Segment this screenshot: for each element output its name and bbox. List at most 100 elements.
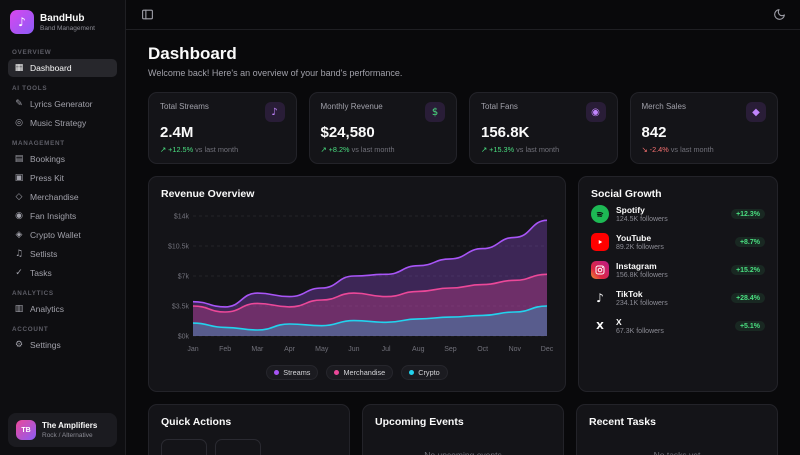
- sidebar-section-label: OVERVIEW: [12, 49, 52, 56]
- svg-text:May: May: [315, 346, 329, 353]
- recent-tasks-title: Recent Tasks: [589, 416, 656, 428]
- svg-text:$0k: $0k: [178, 334, 190, 341]
- shopping-bag-icon: ◆: [746, 102, 766, 122]
- quick-action-button[interactable]: ▣: [215, 439, 261, 455]
- svg-text:Oct: Oct: [477, 346, 488, 353]
- sidebar-item-label: Press Kit: [30, 173, 65, 183]
- svg-text:Aug: Aug: [412, 346, 425, 353]
- legend-item-streams[interactable]: Streams: [266, 365, 319, 380]
- svg-text:$14k: $14k: [174, 214, 190, 221]
- sidebar-item-tasks[interactable]: ✓ Tasks: [8, 264, 117, 282]
- stat-card-total-streams: Total Streams ♪ 2.4M ↗ +12.5% vs last mo…: [148, 92, 297, 164]
- legend-item-crypto[interactable]: Crypto: [401, 365, 448, 380]
- stat-change: ↗ +8.2% vs last month: [320, 145, 395, 154]
- stat-label: Monthly Revenue: [320, 102, 383, 111]
- bandhub-logo-icon: ♪: [10, 10, 34, 34]
- svg-text:Jan: Jan: [187, 346, 198, 353]
- legend-dot: [409, 370, 415, 375]
- sidebar-item-label: Analytics: [30, 304, 65, 314]
- platform-name: TikTok: [616, 289, 643, 300]
- sidebar-item-music-strategy[interactable]: ◎ Music Strategy: [8, 114, 117, 132]
- social-growth-title: Social Growth: [591, 188, 662, 200]
- lyrics-pen-icon: ✎: [15, 99, 23, 109]
- tasks-empty-state: No tasks yet: [653, 450, 701, 455]
- quick-actions-card: Quick Actions ▤▣: [148, 404, 350, 455]
- page-content: Dashboard Welcome back! Here's an overvi…: [126, 30, 800, 455]
- growth-badge: +15.2%: [731, 265, 765, 276]
- social-row-x: X X 67.3K followers +5.1%: [591, 312, 765, 340]
- page-subtitle: Welcome back! Here's an overview of your…: [148, 68, 403, 78]
- bar-chart-icon: ▥: [14, 304, 24, 314]
- strategy-target-icon: ◎: [15, 118, 23, 128]
- sidebar-item-settings[interactable]: ⚙ Settings: [8, 336, 117, 354]
- platform-name: Instagram: [616, 261, 657, 272]
- quick-action-button[interactable]: ▤: [161, 439, 207, 455]
- sidebar-item-crypto-wallet[interactable]: ◈ Crypto Wallet: [8, 226, 117, 244]
- setlist-music-icon: ♫: [14, 249, 24, 259]
- stats-row: Total Streams ♪ 2.4M ↗ +12.5% vs last mo…: [148, 92, 778, 164]
- sidebar-section-label: AI TOOLS: [12, 85, 48, 92]
- moon-icon: [773, 9, 785, 20]
- briefcase-icon: ▣: [14, 173, 24, 183]
- legend-item-merchandise[interactable]: Merchandise: [326, 365, 394, 380]
- sidebar-section-label: MANAGEMENT: [12, 140, 65, 147]
- youtube-icon: [591, 233, 609, 252]
- sidebar-item-lyrics-generator[interactable]: ✎ Lyrics Generator: [8, 95, 117, 113]
- svg-text:$7k: $7k: [178, 274, 190, 281]
- profile-name: The Amplifiers: [42, 421, 98, 431]
- stat-label: Total Fans: [481, 102, 518, 111]
- svg-text:$10.5k: $10.5k: [168, 244, 190, 251]
- theme-toggle-button[interactable]: [768, 4, 790, 26]
- tiktok-icon: ♪: [596, 291, 604, 306]
- app-root: ♪ BandHub Band Management OVERVIEW ▦ Dashb…: [0, 0, 800, 455]
- bottom-row: Quick Actions ▤▣ Upcoming Events No upco…: [148, 404, 778, 455]
- upcoming-events-title: Upcoming Events: [375, 416, 464, 428]
- social-row-instagram: Instagram 156.8K followers +15.2%: [591, 256, 765, 284]
- stat-value: 156.8K: [481, 124, 530, 141]
- chart-legend: Streams Merchandise Crypto: [161, 365, 553, 380]
- sidebar-item-press-kit[interactable]: ▣ Press Kit: [8, 169, 117, 187]
- upcoming-events-card: Upcoming Events No upcoming events: [362, 404, 564, 455]
- app-name: BandHub: [40, 12, 85, 24]
- dollar-icon: $: [425, 102, 445, 122]
- users-icon: ◉: [15, 211, 23, 221]
- main-area: Dashboard Welcome back! Here's an overvi…: [126, 0, 800, 455]
- sidebar-toggle-button[interactable]: [136, 4, 158, 26]
- svg-text:Sep: Sep: [444, 346, 457, 353]
- platform-followers: 89.2K followers: [616, 244, 664, 252]
- sidebar: ♪ BandHub Band Management OVERVIEW ▦ Dashb…: [0, 0, 126, 455]
- platform-followers: 156.8K followers: [616, 272, 668, 280]
- sidebar-item-label: Setlists: [30, 249, 58, 259]
- sidebar-item-analytics[interactable]: ▥ Analytics: [8, 300, 117, 318]
- app-tagline: Band Management: [40, 24, 95, 32]
- social-row-spotify: Spotify 124.5K followers +12.3%: [591, 200, 765, 228]
- trend-up-icon: ↗: [481, 145, 488, 154]
- sidebar-item-label: Lyrics Generator: [30, 99, 93, 109]
- social-list: Spotify 124.5K followers +12.3% YouTube …: [591, 200, 765, 340]
- profile-card[interactable]: TB The Amplifiers Rock / Alternative: [8, 413, 117, 447]
- brand[interactable]: ♪ BandHub Band Management: [0, 0, 125, 41]
- tasks-check-icon: ✓: [15, 268, 23, 278]
- sidebar-item-setlists[interactable]: ♫ Setlists: [8, 245, 117, 263]
- sidebar-item-dashboard[interactable]: ▦ Dashboard: [8, 59, 117, 77]
- svg-text:Feb: Feb: [219, 346, 231, 353]
- revenue-overview-card: Revenue Overview $0k $3.5k $7k $10.5k $14k Ja…: [148, 176, 566, 392]
- svg-text:Dec: Dec: [541, 346, 553, 353]
- svg-text:$3.5k: $3.5k: [172, 304, 190, 311]
- trend-up-icon: ↗: [160, 145, 167, 154]
- svg-text:Apr: Apr: [284, 346, 296, 353]
- sidebar-section-label: ACCOUNT: [12, 326, 49, 333]
- sidebar-item-merchandise[interactable]: ◇ Merchandise: [8, 188, 117, 206]
- quick-action-buttons: ▤▣: [161, 439, 337, 455]
- svg-text:Jun: Jun: [348, 346, 359, 353]
- stat-card-total-fans: Total Fans ◉ 156.8K ↗ +15.3% vs last mon…: [469, 92, 618, 164]
- wallet-icon: ◈: [15, 230, 23, 240]
- sidebar-item-fan-insights[interactable]: ◉ Fan Insights: [8, 207, 117, 225]
- page-title: Dashboard: [148, 44, 237, 63]
- stat-change: ↗ +12.5% vs last month: [160, 145, 239, 154]
- growth-badge: +12.3%: [731, 209, 765, 220]
- platform-name: X: [616, 317, 622, 328]
- gear-icon: ⚙: [14, 340, 24, 350]
- sidebar-item-bookings[interactable]: ▤ Bookings: [8, 150, 117, 168]
- stat-value: 2.4M: [160, 124, 194, 141]
